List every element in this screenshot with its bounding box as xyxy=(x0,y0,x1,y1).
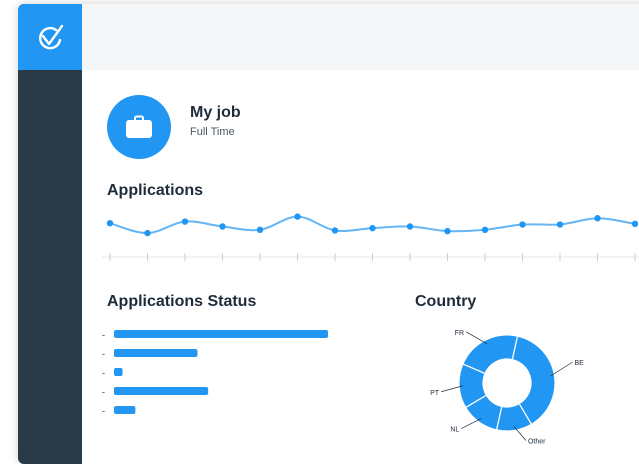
line-data-point[interactable] xyxy=(481,226,489,233)
bar-category-label: - xyxy=(102,349,105,359)
sidebar xyxy=(18,4,82,464)
slice-leader-line xyxy=(461,418,482,429)
line-data-point[interactable] xyxy=(219,223,226,230)
country-heading: Country xyxy=(415,293,477,310)
dashboard-main: My job Full Time Applications Applicatio… xyxy=(82,70,639,464)
line-data-point[interactable] xyxy=(331,227,339,234)
donut-slice[interactable] xyxy=(462,334,519,375)
status-bar[interactable] xyxy=(114,406,136,414)
line-data-point[interactable] xyxy=(294,213,301,220)
line-data-point[interactable] xyxy=(594,215,601,222)
job-avatar[interactable] xyxy=(107,95,171,159)
status-bar[interactable] xyxy=(114,368,123,376)
country-donut-chart: BE Other NL PT FR xyxy=(430,330,584,446)
top-bar xyxy=(82,4,639,70)
slice-label: PT xyxy=(430,390,440,397)
slice-leader-line xyxy=(465,331,488,345)
line-data-point[interactable] xyxy=(444,227,451,235)
line-data-point[interactable] xyxy=(519,221,526,228)
check-logo-icon xyxy=(39,24,64,50)
applications-heading: Applications xyxy=(107,182,204,199)
status-bar[interactable] xyxy=(114,330,328,338)
app-window: My job Full Time Applications Applicatio… xyxy=(18,4,639,464)
briefcase-icon xyxy=(126,115,152,138)
status-bar-chart: - - - - - xyxy=(102,330,328,416)
line-data-point[interactable] xyxy=(631,220,639,228)
line-data-point[interactable] xyxy=(106,220,114,227)
slice-leader-line xyxy=(550,361,573,377)
job-title: My job xyxy=(190,104,241,121)
status-bar[interactable] xyxy=(114,387,209,395)
bar-category-label: - xyxy=(102,406,105,416)
line-data-point[interactable] xyxy=(556,221,564,228)
line-data-point[interactable] xyxy=(256,226,264,233)
bar-category-label: - xyxy=(102,330,105,340)
line-data-point[interactable] xyxy=(406,223,414,230)
job-type: Full Time xyxy=(190,126,235,138)
bar-category-label: - xyxy=(102,368,105,378)
slice-label: NL xyxy=(450,427,459,434)
logo-button[interactable] xyxy=(18,4,82,70)
applications-line-chart xyxy=(102,213,639,261)
status-bar[interactable] xyxy=(114,349,198,357)
slice-label: BE xyxy=(574,360,584,367)
slice-label: Other xyxy=(528,438,546,445)
bar-category-label: - xyxy=(102,387,105,397)
line-data-point[interactable] xyxy=(181,218,189,225)
status-heading: Applications Status xyxy=(107,293,257,310)
line-data-point[interactable] xyxy=(369,224,376,232)
line-data-point[interactable] xyxy=(144,229,151,237)
slice-label: FR xyxy=(455,330,464,337)
